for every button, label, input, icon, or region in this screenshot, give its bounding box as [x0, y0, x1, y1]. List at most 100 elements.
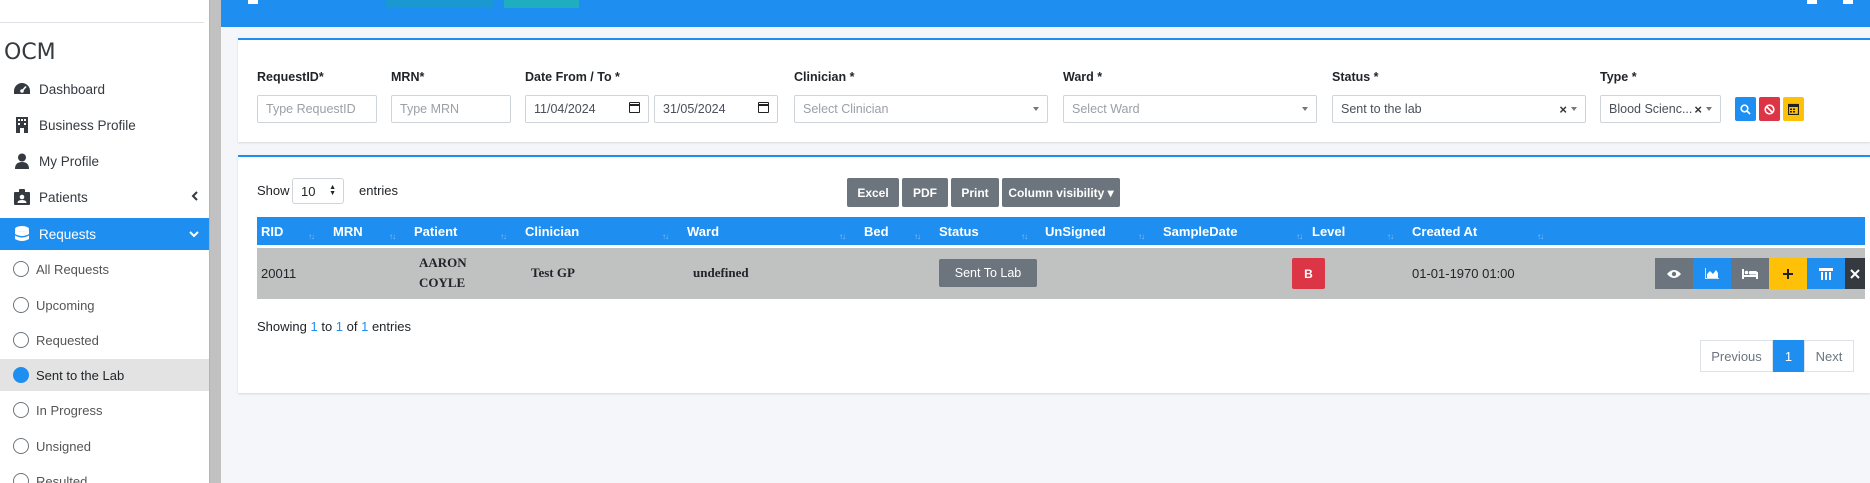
status-label: Status *	[1332, 70, 1379, 84]
sidebar-item-patients[interactable]: Patients	[0, 181, 209, 213]
date-from-input[interactable]: 11/04/2024	[525, 95, 649, 123]
column-header-mrn[interactable]: MRN	[333, 224, 363, 239]
barcode-button[interactable]	[1807, 258, 1845, 289]
settings-icon[interactable]	[1843, 0, 1853, 4]
ward-select[interactable]: Select Ward	[1063, 95, 1317, 123]
column-header-created-at[interactable]: Created At	[1412, 224, 1477, 239]
column-header-clinician[interactable]: Clinician	[525, 224, 579, 239]
print-label-icon	[1819, 267, 1833, 280]
sidebar-subitem-label: Unsigned	[36, 438, 91, 454]
sidebar-subitem-upcoming[interactable]: Upcoming	[0, 289, 209, 321]
column-header-patient[interactable]: Patient	[414, 224, 457, 239]
navbar-button[interactable]	[386, 0, 493, 8]
sort-icon: ↑↓	[500, 232, 507, 241]
circle-icon	[13, 473, 29, 483]
table-row[interactable]: 20011 AARON COYLE Test GP undefined Sent…	[257, 248, 1865, 299]
delete-button[interactable]	[1845, 258, 1865, 289]
area-chart-icon	[1705, 268, 1719, 279]
type-select[interactable]: Blood Scienc... ×	[1600, 95, 1721, 123]
reset-button[interactable]	[1759, 97, 1780, 121]
sidebar-subitem-resulted[interactable]: Resulted	[0, 465, 209, 483]
mrn-input[interactable]: Type MRN	[391, 95, 511, 123]
plus-icon	[1783, 268, 1793, 279]
calendar-button[interactable]	[1783, 97, 1804, 121]
status-button[interactable]: Sent To Lab	[939, 259, 1037, 287]
search-button[interactable]	[1735, 97, 1756, 121]
sort-icon: ↑↓	[1138, 232, 1145, 241]
sidebar-subitem-requested[interactable]: Requested	[0, 324, 209, 356]
sort-icon: ↑↓	[1537, 232, 1544, 241]
pdf-button[interactable]: PDF	[902, 178, 948, 207]
calendar-icon	[1788, 103, 1799, 115]
bed-button[interactable]	[1731, 258, 1769, 289]
column-header-ward[interactable]: Ward	[687, 224, 719, 239]
pagination-previous[interactable]: Previous	[1700, 340, 1773, 372]
caret-down-icon	[1571, 107, 1577, 111]
column-header-unsigned[interactable]: UnSigned	[1045, 224, 1106, 239]
calendar-icon[interactable]	[758, 102, 769, 113]
clear-icon[interactable]: ×	[1694, 102, 1702, 117]
clinician-placeholder: Select Clinician	[803, 102, 889, 116]
sidebar-subitem-in-progress[interactable]: In Progress	[0, 394, 209, 426]
bed-icon	[1742, 268, 1758, 279]
add-button[interactable]	[1769, 258, 1807, 289]
sidebar-subitem-unsigned[interactable]: Unsigned	[0, 430, 209, 462]
caret-down-icon	[1033, 107, 1039, 111]
sidebar-item-my-profile[interactable]: My Profile	[0, 145, 209, 177]
patient-icon	[12, 189, 32, 205]
date-to-value: 31/05/2024	[663, 102, 726, 116]
calendar-icon[interactable]	[629, 102, 640, 113]
pagination-next[interactable]: Next	[1804, 340, 1854, 372]
showing-to-word: to	[317, 319, 336, 334]
sidebar-subitem-all-requests[interactable]: All Requests	[0, 253, 209, 285]
chart-button[interactable]	[1693, 258, 1731, 289]
date-to-input[interactable]: 31/05/2024	[654, 95, 778, 123]
column-header-sampledate[interactable]: SampleDate	[1163, 224, 1237, 239]
sidebar-item-label: My Profile	[39, 153, 100, 169]
excel-button[interactable]: Excel	[847, 178, 899, 207]
column-header-status[interactable]: Status	[939, 224, 979, 239]
sidebar-scrollbar[interactable]	[209, 0, 221, 483]
sidebar-item-label: Requests	[39, 226, 97, 242]
menu-icon[interactable]	[248, 0, 258, 4]
sidebar-item-business-profile[interactable]: Business Profile	[0, 109, 209, 141]
sidebar-item-label: Dashboard	[39, 81, 106, 97]
entries-label: entries	[359, 183, 399, 198]
print-button[interactable]: Print	[951, 178, 999, 207]
navbar-button[interactable]	[504, 0, 579, 8]
eye-icon	[1667, 269, 1681, 278]
showing-suffix: entries	[368, 319, 411, 334]
clear-icon[interactable]: ×	[1559, 102, 1567, 117]
circle-icon	[13, 297, 29, 313]
page-size-value: 10	[301, 183, 316, 199]
sort-icon: ↑↓	[662, 232, 669, 241]
brand-logo: OCM	[4, 40, 56, 65]
clinician-label: Clinician *	[794, 70, 855, 84]
type-label: Type *	[1600, 70, 1637, 84]
status-select[interactable]: Sent to the lab ×	[1332, 95, 1586, 123]
column-header-rid[interactable]: RID	[261, 224, 283, 239]
sidebar-item-dashboard[interactable]: Dashboard	[0, 73, 209, 105]
circle-icon	[13, 332, 29, 348]
pagination-page-1[interactable]: 1	[1773, 340, 1804, 372]
fullscreen-icon[interactable]	[1807, 0, 1817, 4]
request-id-input[interactable]: Type RequestID	[257, 95, 377, 123]
table-header: RID ↑↓ MRN ↑↓ Patient ↑↓ Clinician ↑↓ Wa…	[257, 217, 1865, 245]
showing-of-word: of	[343, 319, 362, 334]
show-label: Show	[257, 183, 290, 198]
date-range-label: Date From / To *	[525, 70, 620, 84]
view-button[interactable]	[1655, 258, 1693, 289]
sort-icon: ↑↓	[1387, 232, 1394, 241]
column-visibility-button[interactable]: Column visibility ▾	[1002, 178, 1120, 207]
column-header-level[interactable]: Level	[1312, 224, 1345, 239]
page-size-select[interactable]: 10 ▲ ▼	[292, 178, 344, 204]
clinician-select[interactable]: Select Clinician	[794, 95, 1048, 123]
sort-icon: ↑↓	[1296, 232, 1303, 241]
sort-icon: ↑↓	[914, 232, 921, 241]
sidebar-subitem-sent-to-the-lab[interactable]: Sent to the Lab	[0, 359, 209, 391]
column-header-bed[interactable]: Bed	[864, 224, 889, 239]
showing-prefix: Showing	[257, 319, 311, 334]
updown-icon: ▲ ▼	[329, 184, 336, 197]
cell-patient-last: COYLE	[419, 275, 466, 290]
sidebar-item-requests[interactable]: Requests	[0, 218, 209, 250]
